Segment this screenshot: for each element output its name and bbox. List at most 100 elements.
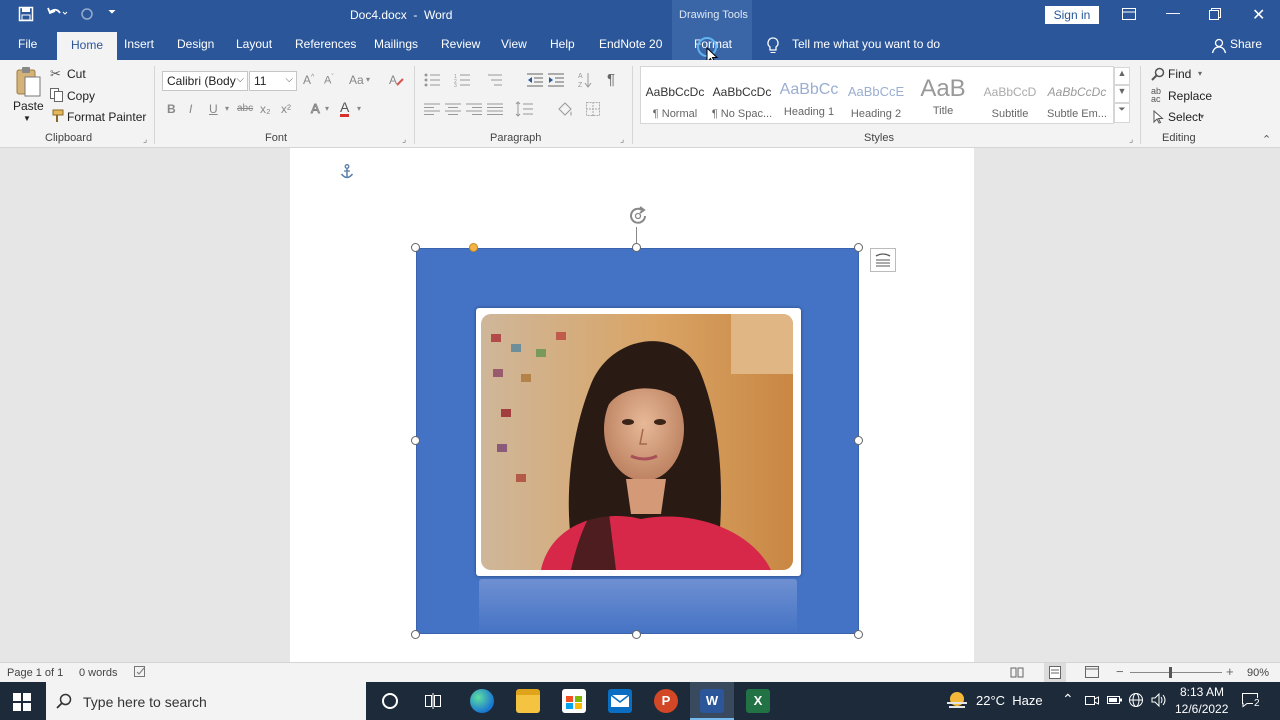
document-page[interactable] — [290, 148, 974, 662]
page-count[interactable]: Page 1 of 1 — [7, 667, 63, 679]
adjustment-handle[interactable] — [469, 243, 478, 252]
taskbar-search-box[interactable]: Type here to search — [46, 682, 366, 720]
font-launcher-icon[interactable]: ⌟ — [402, 134, 406, 145]
align-right-icon[interactable] — [466, 103, 482, 118]
styles-launcher-icon[interactable]: ⌟ — [1129, 134, 1133, 145]
minimize-icon[interactable]: — — [1166, 4, 1180, 20]
resize-handle[interactable] — [632, 243, 641, 252]
increase-indent-icon[interactable] — [548, 73, 564, 90]
text-effects-icon[interactable]: A — [309, 100, 325, 119]
underline-dropdown-icon[interactable]: ▾ — [225, 104, 229, 113]
undo-icon[interactable] — [46, 5, 68, 24]
meet-now-icon[interactable] — [1084, 693, 1100, 710]
font-color-button[interactable]: A — [340, 100, 350, 117]
resize-handle[interactable] — [854, 436, 863, 445]
style-heading-1[interactable]: AaBbCc Heading 1 — [777, 75, 841, 127]
find-dropdown-icon[interactable]: ▾ — [1198, 69, 1202, 78]
print-layout-icon[interactable] — [1044, 663, 1066, 682]
ribbon-display-options-icon[interactable] — [1122, 7, 1136, 23]
word-taskbar-active[interactable]: W — [690, 682, 734, 720]
find-button[interactable]: Find — [1168, 67, 1191, 81]
weather-text[interactable]: 22°C Haze — [976, 693, 1043, 708]
customize-qat-icon[interactable]: ⏷ — [108, 7, 116, 18]
mail-icon[interactable] — [608, 689, 632, 713]
blue-rectangle-shape[interactable] — [416, 248, 859, 634]
underline-button[interactable]: U — [209, 102, 218, 116]
layout-options-icon[interactable] — [870, 248, 896, 272]
font-color-dropdown-icon[interactable]: ▾ — [357, 104, 361, 113]
tab-review[interactable]: Review — [441, 37, 480, 51]
tab-references[interactable]: References — [295, 37, 356, 51]
paste-icon[interactable] — [14, 66, 42, 101]
align-left-icon[interactable] — [424, 103, 440, 118]
format-painter-button[interactable]: Format Painter — [67, 110, 146, 124]
rotate-handle-icon[interactable] — [626, 205, 650, 230]
redo-icon[interactable] — [80, 6, 94, 25]
font-name-combo[interactable]: Calibri (Body ⌵ — [162, 71, 248, 91]
select-dropdown-icon[interactable]: ▾ — [1200, 112, 1204, 121]
web-layout-icon[interactable] — [1085, 666, 1101, 681]
resize-handle[interactable] — [411, 436, 420, 445]
shading-icon[interactable] — [556, 101, 576, 120]
tab-help[interactable]: Help — [550, 37, 575, 51]
justify-icon[interactable] — [487, 103, 503, 118]
powerpoint-icon[interactable]: P — [654, 689, 678, 713]
tab-view[interactable]: View — [501, 37, 527, 51]
style-subtle-emphasis[interactable]: AaBbCcDc Subtle Em... — [1045, 75, 1109, 127]
styles-scroll-down-icon[interactable]: ▼ — [1114, 85, 1130, 103]
resize-handle[interactable] — [411, 630, 420, 639]
cortana-icon[interactable] — [382, 693, 398, 709]
resize-handle[interactable] — [854, 630, 863, 639]
read-mode-icon[interactable] — [1010, 666, 1024, 681]
strikethrough-button[interactable]: abc — [237, 103, 253, 114]
proofing-icon[interactable] — [134, 666, 148, 681]
resize-handle[interactable] — [632, 630, 641, 639]
tell-me-box[interactable]: Tell me what you want to do — [792, 37, 940, 51]
text-effects-dropdown-icon[interactable]: ▾ — [325, 104, 329, 113]
replace-button[interactable]: Replace — [1168, 89, 1212, 103]
bullets-icon[interactable] — [424, 73, 442, 90]
sign-in-button[interactable]: Sign in — [1045, 6, 1099, 24]
zoom-level[interactable]: 90% — [1247, 667, 1269, 679]
shrink-font-icon[interactable]: Aˇ — [324, 74, 334, 87]
zoom-slider[interactable] — [1130, 672, 1222, 673]
zoom-slider-thumb[interactable] — [1169, 667, 1172, 678]
style-subtitle[interactable]: AaBbCcD Subtitle — [978, 75, 1042, 127]
tab-endnote[interactable]: EndNote 20 — [599, 37, 662, 51]
subscript-button[interactable]: x₂ — [260, 102, 271, 116]
tab-insert[interactable]: Insert — [124, 37, 154, 51]
restore-icon[interactable] — [1209, 7, 1221, 23]
font-size-combo[interactable]: 11 ⌵ — [249, 71, 297, 91]
task-view-icon[interactable] — [425, 693, 443, 712]
paste-dropdown-icon[interactable]: ▼ — [23, 114, 31, 123]
style-normal[interactable]: AaBbCcDc ¶ Normal — [643, 75, 707, 127]
tab-home[interactable]: Home — [57, 32, 118, 60]
line-spacing-icon[interactable] — [515, 101, 537, 120]
style-heading-2[interactable]: AaBbCcE Heading 2 — [844, 75, 908, 127]
paste-button[interactable]: Paste — [13, 99, 44, 113]
sort-icon[interactable]: AZ — [578, 71, 592, 92]
collapse-ribbon-icon[interactable]: ⌃ — [1262, 133, 1271, 146]
store-icon[interactable] — [562, 689, 586, 713]
clipboard-launcher-icon[interactable]: ⌟ — [143, 134, 147, 145]
tab-file[interactable]: File — [18, 37, 37, 51]
change-case-dropdown-icon[interactable]: ▾ — [366, 75, 370, 84]
select-button[interactable]: Select — [1168, 110, 1201, 124]
style-title[interactable]: AaB Title — [911, 75, 975, 127]
grow-font-icon[interactable]: A^ — [303, 73, 314, 87]
cut-button[interactable]: Cut — [67, 67, 86, 81]
style-no-spacing[interactable]: AaBbCcDc ¶ No Spac... — [710, 75, 774, 127]
picture-frame[interactable] — [476, 308, 801, 576]
windows-start-icon[interactable] — [13, 693, 31, 714]
show-formatting-marks-icon[interactable]: ¶ — [607, 71, 615, 88]
bold-button[interactable]: B — [167, 102, 176, 116]
network-globe-icon[interactable] — [1128, 692, 1144, 711]
zoom-in-icon[interactable]: + — [1226, 664, 1234, 679]
numbering-icon[interactable]: 123 — [454, 73, 472, 90]
clear-formatting-icon[interactable]: A — [389, 72, 405, 91]
word-count[interactable]: 0 words — [79, 667, 118, 679]
superscript-button[interactable]: x² — [281, 102, 291, 116]
resize-handle[interactable] — [854, 243, 863, 252]
save-icon[interactable] — [18, 6, 34, 25]
align-center-icon[interactable] — [445, 103, 461, 118]
